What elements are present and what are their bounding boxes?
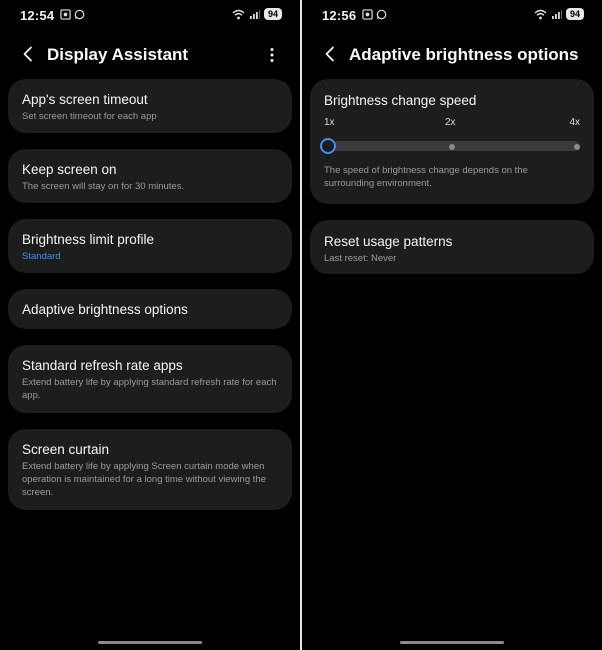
item-title: Brightness limit profile <box>22 232 155 247</box>
whatsapp-icon <box>376 9 387 20</box>
back-arrow-icon <box>23 46 32 62</box>
status-time: 12:54 <box>20 8 55 23</box>
whatsapp-icon <box>74 9 85 20</box>
keep-screen-on-item[interactable]: Keep screen on The screen will stay on f… <box>8 149 292 203</box>
app-bar: Adaptive brightness options <box>302 38 602 72</box>
speed-label-1x: 1x <box>324 117 335 128</box>
back-arrow-icon <box>325 46 334 62</box>
item-title: App's screen timeout <box>22 92 148 107</box>
wifi-icon <box>232 9 245 19</box>
back-button[interactable] <box>16 42 40 66</box>
item-title: Standard refresh rate apps <box>22 358 183 373</box>
slider-stop-4x[interactable] <box>574 144 580 150</box>
status-bar: 12:56 94 <box>302 0 602 30</box>
reset-usage-patterns-item[interactable]: Reset usage patterns Last reset: Never <box>310 220 594 274</box>
brightness-limit-profile-item[interactable]: Brightness limit profile Standard <box>8 219 292 273</box>
slider-labels: 1x 2x 4x <box>324 117 580 131</box>
brightness-speed-description: The speed of brightness change depends o… <box>324 165 528 189</box>
item-subtitle: The screen will stay on for 30 minutes. <box>22 181 185 192</box>
brightness-speed-slider[interactable] <box>320 138 580 154</box>
app-screen-timeout-item[interactable]: App's screen timeout Set screen timeout … <box>8 79 292 133</box>
item-title: Screen curtain <box>22 442 110 457</box>
status-bar: 12:54 94 <box>0 0 300 30</box>
more-options-button[interactable] <box>262 44 282 66</box>
page-title: Display Assistant <box>47 45 189 64</box>
battery-icon: 94 <box>264 8 282 20</box>
speed-label-2x: 2x <box>445 117 456 128</box>
signal-icon <box>250 9 260 19</box>
back-button[interactable] <box>318 42 342 66</box>
home-indicator[interactable] <box>400 641 504 644</box>
signal-icon <box>552 9 562 19</box>
item-subtitle: Last reset: Never <box>324 253 397 264</box>
item-title: Keep screen on <box>22 162 117 177</box>
display-assistant-screen: 12:54 94 Display Assistant App's screen … <box>0 0 300 650</box>
item-subtitle: Extend battery life by applying standard… <box>22 377 277 401</box>
wifi-icon <box>534 9 547 19</box>
home-indicator[interactable] <box>98 641 202 644</box>
standard-refresh-rate-apps-item[interactable]: Standard refresh rate apps Extend batter… <box>8 345 292 413</box>
screenshot-icon <box>60 9 71 20</box>
screen-curtain-item[interactable]: Screen curtain Extend battery life by ap… <box>8 429 292 510</box>
battery-icon: 94 <box>566 8 584 20</box>
slider-stop-2x[interactable] <box>449 144 455 150</box>
item-title: Reset usage patterns <box>324 234 453 249</box>
brightness-speed-title: Brightness change speed <box>324 93 477 108</box>
item-subtitle: Set screen timeout for each app <box>22 111 157 122</box>
more-options-icon <box>270 48 274 62</box>
adaptive-brightness-screen: 12:56 94 Adaptive brightness options Bri… <box>302 0 602 650</box>
page-title: Adaptive brightness options <box>349 45 579 64</box>
brightness-change-speed-card: Brightness change speed 1x 2x 4x The spe… <box>310 79 594 204</box>
adaptive-brightness-options-item[interactable]: Adaptive brightness options <box>8 289 292 329</box>
screenshot-icon <box>362 9 373 20</box>
app-bar: Display Assistant <box>0 38 300 72</box>
item-title: Adaptive brightness options <box>22 302 188 317</box>
speed-label-4x: 4x <box>569 117 580 128</box>
item-value: Standard <box>22 251 61 262</box>
status-time: 12:56 <box>322 8 357 23</box>
slider-thumb[interactable] <box>320 138 336 154</box>
item-subtitle: Extend battery life by applying Screen c… <box>22 461 266 498</box>
